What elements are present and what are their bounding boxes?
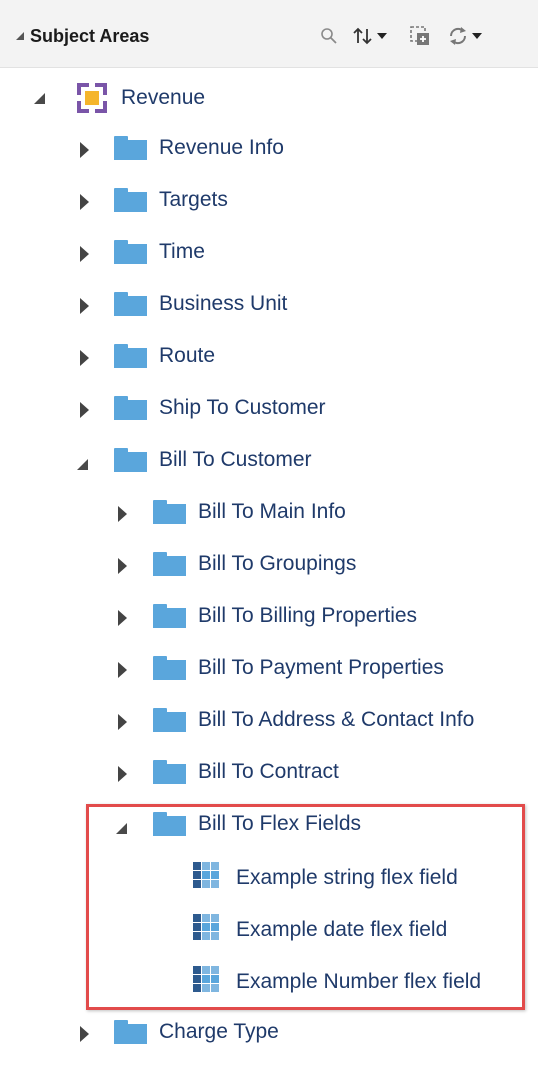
tree-node-label: Bill To Payment Properties — [198, 656, 444, 679]
expand-icon[interactable] — [80, 246, 89, 262]
folder-icon — [153, 552, 186, 576]
expand-icon[interactable] — [80, 194, 89, 210]
expand-icon[interactable] — [80, 1026, 89, 1042]
tree-node-time[interactable]: Time — [0, 238, 538, 270]
tree-node-bill-to-contract[interactable]: Bill To Contract — [0, 758, 538, 790]
expand-icon[interactable] — [80, 402, 89, 418]
tree-node-targets[interactable]: Targets — [0, 186, 538, 218]
folder-icon — [153, 708, 186, 732]
tree-node-label: Ship To Customer — [159, 396, 326, 419]
refresh-icon — [449, 27, 467, 45]
tree-node-label: Revenue — [121, 86, 206, 109]
search-button[interactable] — [318, 24, 340, 48]
folder-icon — [114, 240, 147, 264]
tree-node-bill-to-customer[interactable]: Bill To Customer — [0, 446, 538, 478]
attribute-column-icon — [193, 966, 219, 992]
tree-node-label: Example Number flex field — [236, 970, 482, 993]
panel-header: Subject Areas — [0, 0, 538, 68]
sort-menu-arrow-icon[interactable] — [377, 33, 387, 39]
tree-node-bill-to-address-contact-info[interactable]: Bill To Address & Contact Info — [0, 706, 538, 738]
tree-node-bill-to-billing-properties[interactable]: Bill To Billing Properties — [0, 602, 538, 634]
tree-node-revenue[interactable]: Revenue — [0, 82, 538, 114]
folder-icon — [153, 812, 186, 836]
tree-node-label: Business Unit — [159, 292, 288, 315]
folder-icon — [153, 656, 186, 680]
sort-icon — [353, 27, 372, 45]
tree-node-revenue-info[interactable]: Revenue Info — [0, 134, 538, 166]
folder-icon — [114, 1020, 147, 1044]
tree-node-label: Bill To Billing Properties — [198, 604, 418, 627]
tree-node-charge-type[interactable]: Charge Type — [0, 1018, 538, 1050]
expand-icon[interactable] — [80, 298, 89, 314]
tree-node-label: Time — [159, 240, 205, 263]
expand-icon[interactable] — [118, 506, 127, 522]
tree-node-example-string-flex-field[interactable]: Example string flex field — [0, 862, 538, 894]
tree-node-label: Bill To Flex Fields — [198, 812, 361, 835]
panel-title: Subject Areas — [30, 26, 150, 46]
tree-node-label: Bill To Groupings — [198, 552, 357, 575]
refresh-menu-arrow-icon[interactable] — [472, 33, 482, 39]
expand-icon[interactable] — [80, 142, 89, 158]
tree-node-example-number-flex-field[interactable]: Example Number flex field — [0, 966, 538, 998]
header-title-wrap[interactable]: Subject Areas — [16, 26, 149, 46]
tree-node-label: Targets — [159, 188, 228, 211]
attribute-column-icon — [193, 862, 219, 888]
collapse-icon[interactable] — [116, 823, 127, 834]
folder-icon — [114, 292, 147, 316]
add-to-canvas-button[interactable] — [409, 24, 431, 48]
tree-node-label: Example date flex field — [236, 918, 448, 941]
refresh-button[interactable] — [447, 24, 482, 48]
tree-node-bill-to-payment-properties[interactable]: Bill To Payment Properties — [0, 654, 538, 686]
expand-icon[interactable] — [118, 610, 127, 626]
subject-areas-panel: Subject Areas Revenue Revenue Info Targe… — [0, 0, 538, 1084]
tree-node-label: Revenue Info — [159, 136, 284, 159]
expand-icon[interactable] — [118, 714, 127, 730]
tree-node-label: Bill To Contract — [198, 760, 339, 783]
panel-toolbar — [318, 24, 482, 48]
folder-icon — [114, 188, 147, 212]
folder-icon — [153, 500, 186, 524]
subject-area-icon — [77, 83, 107, 113]
tree-node-label: Bill To Customer — [159, 448, 312, 471]
collapse-icon[interactable] — [77, 459, 88, 470]
folder-icon — [114, 344, 147, 368]
folder-icon — [114, 136, 147, 160]
folder-icon — [114, 448, 147, 472]
tree-node-label: Example string flex field — [236, 866, 458, 889]
expand-icon[interactable] — [80, 350, 89, 366]
tree-node-ship-to-customer[interactable]: Ship To Customer — [0, 394, 538, 426]
tree-node-label: Route — [159, 344, 216, 367]
tree-node-label: Bill To Main Info — [198, 500, 346, 523]
folder-icon — [153, 760, 186, 784]
tree-node-bill-to-flex-fields[interactable]: Bill To Flex Fields — [0, 810, 538, 842]
tree-node-example-date-flex-field[interactable]: Example date flex field — [0, 914, 538, 946]
tree-node-label: Charge Type — [159, 1020, 279, 1043]
folder-icon — [114, 396, 147, 420]
tree-node-business-unit[interactable]: Business Unit — [0, 290, 538, 322]
tree-node-bill-to-main-info[interactable]: Bill To Main Info — [0, 498, 538, 530]
search-icon — [321, 28, 337, 44]
expand-icon[interactable] — [118, 558, 127, 574]
folder-icon — [153, 604, 186, 628]
tree-node-bill-to-groupings[interactable]: Bill To Groupings — [0, 550, 538, 582]
collapse-panel-icon[interactable] — [16, 32, 24, 40]
collapse-icon[interactable] — [34, 93, 45, 104]
expand-icon[interactable] — [118, 766, 127, 782]
sort-button[interactable] — [352, 24, 387, 48]
tree-node-route[interactable]: Route — [0, 342, 538, 374]
expand-icon[interactable] — [118, 662, 127, 678]
attribute-column-icon — [193, 914, 219, 940]
tree-node-label: Bill To Address & Contact Info — [198, 708, 475, 731]
add-to-canvas-icon — [410, 26, 429, 45]
